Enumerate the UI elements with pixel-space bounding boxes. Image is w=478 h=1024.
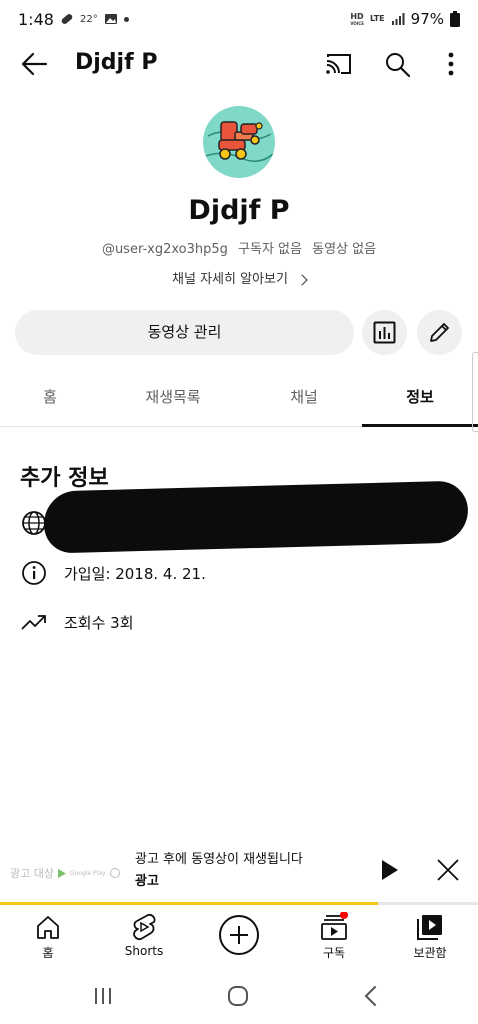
tab-about[interactable]: 정보 [362, 370, 478, 427]
create-button[interactable] [219, 915, 259, 955]
more-about-label: 채널 자세히 알아보기 [172, 272, 288, 287]
joined-row: 가입일: 2018. 4. 21. [20, 558, 206, 588]
ad-progress [0, 902, 478, 905]
trending-up-icon [20, 608, 48, 636]
status-temperature: 22° [80, 13, 98, 25]
shorts-icon [133, 913, 156, 941]
status-bar: 1:48 22° HD VOICE LTE 97% [0, 0, 478, 40]
app-bar: Djdjf P [0, 40, 478, 88]
chevron-right-icon [296, 273, 308, 286]
status-time: 1:48 [18, 10, 54, 29]
dot-icon [123, 16, 129, 22]
page-title: Djdjf P [75, 50, 158, 75]
back-button-icon[interactable] [356, 982, 386, 1010]
system-nav-bar [0, 968, 478, 1024]
more-about-link[interactable]: 채널 자세히 알아보기 [0, 268, 478, 287]
nav-library[interactable]: 보관함 [382, 906, 478, 968]
back-arrow-icon[interactable] [18, 50, 50, 78]
battery-percent: 97% [410, 10, 444, 28]
recent-apps-icon[interactable] [88, 982, 118, 1010]
lte-icon: LTE [369, 14, 385, 23]
ad-thumbnail[interactable]: 광고 대상 Google Play [10, 863, 122, 883]
analytics-button[interactable] [362, 310, 407, 355]
edge-handle[interactable] [472, 352, 478, 432]
nav-home[interactable]: 홈 [0, 906, 96, 968]
voice-label: VOICE [350, 20, 364, 26]
ad-title: 광고 후에 동영상이 재생됩니다 [135, 852, 303, 867]
nav-home-label: 홈 [42, 946, 54, 960]
analytics-icon [373, 321, 396, 344]
status-system-icons: HD VOICE LTE 97% [350, 10, 460, 28]
nav-subscriptions[interactable]: 구독 [286, 906, 382, 968]
channel-meta: @user-xg2xo3hp5g 구독자 없음 동영상 없음 [0, 238, 478, 257]
nav-shorts-label: Shorts [124, 944, 164, 958]
tab-channels[interactable]: 채널 [246, 370, 362, 427]
pencil-icon [430, 323, 449, 342]
ad-info-icon [109, 868, 120, 878]
subscriber-count: 구독자 없음 [238, 242, 302, 257]
image-icon [104, 14, 117, 24]
tab-playlists[interactable]: 재생목록 [100, 370, 246, 427]
section-title: 추가 정보 [20, 466, 109, 491]
views-row: 조회수 3회 [20, 607, 134, 637]
tab-home[interactable]: 홈 [0, 370, 100, 427]
more-vert-icon[interactable] [436, 50, 466, 78]
channel-tabs: 홈 재생목록 채널 정보 [0, 370, 478, 427]
hd-voice-icon: HD VOICE [350, 11, 364, 26]
channel-handle: @user-xg2xo3hp5g [101, 242, 228, 257]
google-play-icon [57, 868, 66, 878]
roller-skates-icon [205, 121, 274, 162]
info-icon [20, 559, 48, 587]
redacted-link [43, 480, 469, 554]
nav-shorts[interactable]: Shorts [96, 906, 192, 968]
manage-videos-button[interactable]: 동영상 관리 [15, 310, 354, 355]
home-button-icon[interactable] [223, 982, 253, 1010]
ad-mini-player[interactable]: 광고 대상 Google Play 광고 후에 동영상이 재생됩니다 광고 [0, 838, 478, 906]
play-icon[interactable] [376, 856, 404, 884]
pill-icon [61, 14, 73, 24]
search-icon[interactable] [383, 50, 413, 78]
notification-dot [340, 912, 348, 919]
library-icon [417, 915, 442, 940]
nav-library-label: 보관함 [413, 946, 447, 960]
signal-icon [391, 13, 405, 25]
nav-subscriptions-label: 구독 [322, 946, 346, 960]
subscriptions-icon [321, 912, 348, 940]
video-count: 동영상 없음 [312, 242, 377, 257]
ad-thumb-label: 광고 대상 [10, 867, 54, 880]
battery-icon [450, 11, 460, 27]
hd-label: HD [350, 11, 364, 21]
ad-progress-fill [0, 902, 378, 905]
home-icon [37, 916, 59, 939]
close-icon[interactable] [434, 856, 462, 884]
joined-date: 가입일: 2018. 4. 21. [64, 564, 206, 583]
view-count: 조회수 3회 [64, 613, 134, 632]
ad-thumb-brand: Google Play [69, 869, 106, 877]
ad-label: 광고 [135, 874, 159, 889]
channel-avatar[interactable] [203, 106, 275, 178]
edit-channel-button[interactable] [417, 310, 462, 355]
cast-icon[interactable] [324, 50, 354, 78]
status-notification-icons: 22° [60, 12, 129, 26]
channel-name: Djdjf P [188, 195, 290, 226]
